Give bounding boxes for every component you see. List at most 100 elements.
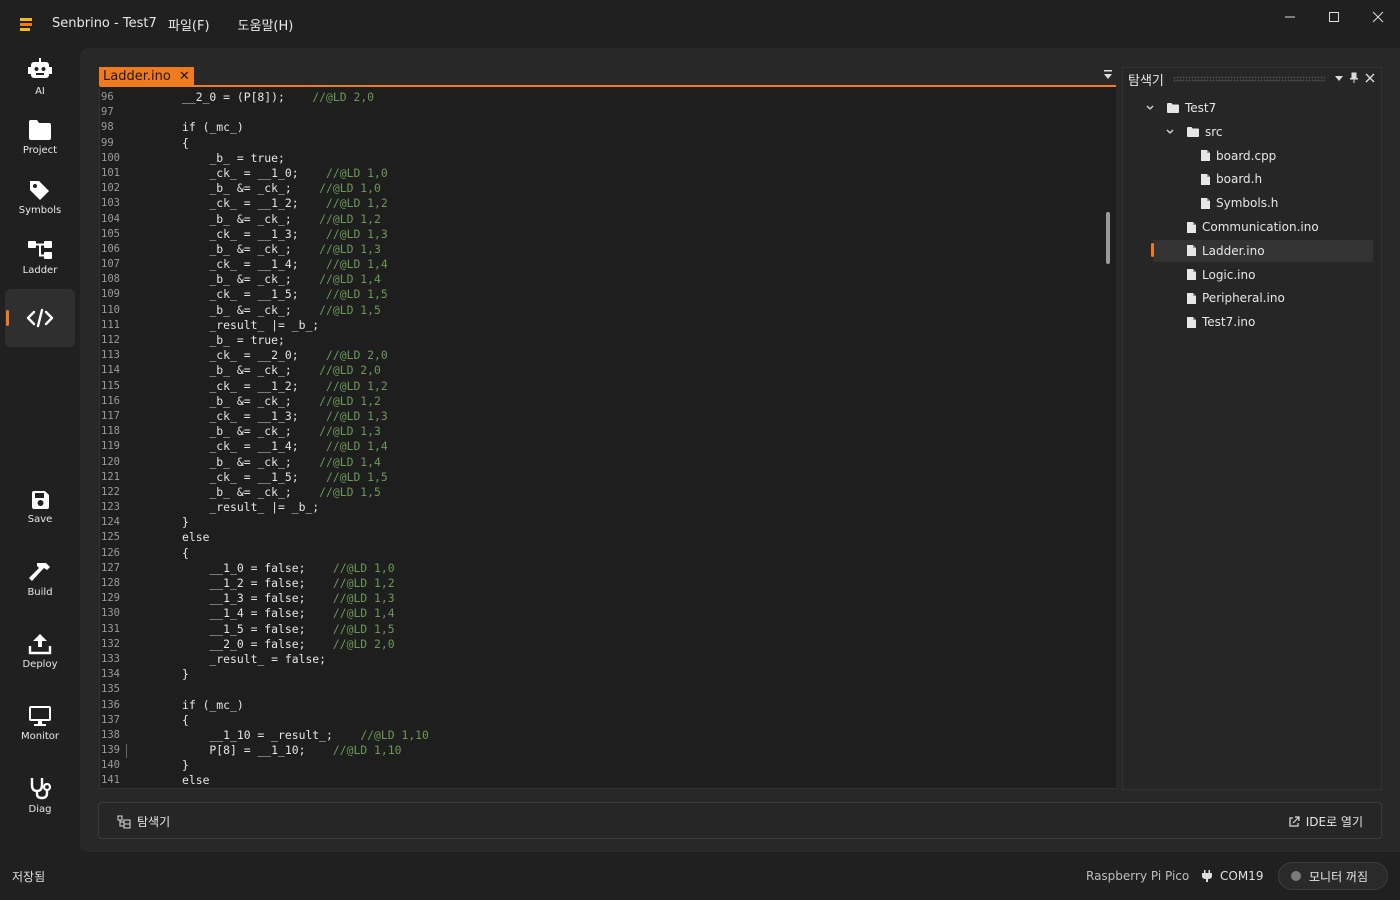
tree-item[interactable]: Test7 — [1123, 97, 1373, 119]
tree-item[interactable]: Logic.ino — [1123, 264, 1373, 286]
code-comment: //@LD 1,4 — [326, 439, 388, 454]
menu-help[interactable]: 도움말(H) — [238, 15, 294, 34]
code-comment: //@LD 1,4 — [326, 257, 388, 272]
code-text: _ck_ = __1_5; //@LD 1,5 — [126, 469, 388, 485]
code-statement: _b_ &= _ck_; — [182, 363, 320, 378]
tree-item[interactable]: Ladder.ino — [1153, 239, 1373, 262]
stethoscope-icon — [30, 777, 52, 799]
sidebar-item-project[interactable]: Project — [5, 108, 75, 166]
code-statement: _ck_ = __1_3; — [182, 226, 327, 241]
port-selector[interactable]: COM19 — [1202, 869, 1263, 883]
pin-icon[interactable] — [1348, 72, 1360, 84]
sidebar-item-monitor[interactable]: Monitor — [5, 694, 75, 752]
code-editor[interactable]: 96 __2_0 = (P[8]); //@LD 2,0 97 98 if (_mc_)… — [99, 85, 1116, 789]
code-comment: //@LD 1,2 — [326, 196, 388, 211]
sidebar-item-build[interactable]: Build — [5, 550, 75, 608]
editor-scrollbar[interactable] — [1106, 212, 1110, 264]
tree-item[interactable]: Symbols.h — [1123, 192, 1373, 214]
explorer-drag-handle[interactable] — [1173, 76, 1325, 82]
panel-menu-icon[interactable] — [1333, 72, 1345, 84]
sidebar-item-save[interactable]: Save — [5, 478, 75, 536]
menu-file[interactable]: 파일(F) — [168, 15, 210, 34]
device-name[interactable]: Raspberry Pi Pico — [1086, 869, 1189, 883]
close-window-button[interactable] — [1366, 6, 1390, 28]
code-line: 101 _ck_ = __1_0; //@LD 1,0 — [100, 166, 1116, 181]
code-text: __1_3 = false; //@LD 1,3 — [126, 591, 395, 606]
code-statement: __2_0 = (P[8]); — [182, 90, 313, 104]
line-number: 114 — [101, 364, 120, 377]
sidebar-label-monitor: Monitor — [20, 730, 59, 742]
tree-item-label: Test7.ino — [1202, 315, 1256, 330]
maximize-button[interactable] — [1322, 6, 1346, 28]
code-text: _ck_ = __1_4; //@LD 1,4 — [126, 257, 388, 272]
sidebar-item-diag[interactable]: Diag — [5, 766, 75, 824]
monitor-toggle[interactable]: 모니터 꺼짐 — [1278, 862, 1388, 890]
app-logo-icon — [18, 16, 34, 32]
code-comment: //@LD 1,5 — [332, 621, 395, 636]
tab-close-icon[interactable]: ✕ — [179, 70, 190, 83]
code-line: 128 __1_2 = false; //@LD 1,2 — [100, 576, 1116, 591]
sidebar-item-code[interactable] — [5, 289, 75, 347]
line-number: 97 — [101, 106, 114, 119]
tree-item[interactable]: Communication.ino — [1123, 216, 1373, 238]
close-panel-icon[interactable] — [1364, 72, 1376, 84]
sidebar-label-deploy: Deploy — [22, 658, 58, 670]
code-comment: //@LD 1,5 — [319, 484, 381, 499]
code-line: 123 _result_ |= _b_; — [100, 500, 1116, 515]
sidebar-item-ai[interactable]: AI — [5, 48, 75, 106]
chevron-down-icon[interactable] — [1165, 127, 1175, 137]
code-line: 137 { — [100, 713, 1116, 728]
explorer-toggle-button[interactable]: 탐색기 — [117, 813, 170, 830]
code-comment: //@LD 1,0 — [326, 165, 388, 180]
minimize-button[interactable] — [1278, 6, 1302, 28]
plug-icon — [1202, 870, 1212, 882]
code-line: 131 __1_5 = false; //@LD 1,5 — [100, 622, 1116, 637]
code-statement: _b_ = true; — [182, 333, 285, 347]
code-comment: //@LD 1,3 — [332, 591, 395, 606]
code-statement: _ck_ = __1_0; — [182, 165, 327, 180]
code-line: 96 __2_0 = (P[8]); //@LD 2,0 — [100, 90, 1116, 105]
line-number: 115 — [101, 379, 120, 392]
chevron-down-icon[interactable] — [1145, 103, 1155, 113]
code-text: _b_ &= _ck_; //@LD 1,4 — [126, 455, 380, 470]
code-statement: { — [182, 545, 189, 560]
sidebar-item-symbols[interactable]: Symbols — [5, 168, 75, 226]
code-text: _b_ &= _ck_; //@LD 1,5 — [126, 303, 380, 318]
code-comment: //@LD 1,10 — [332, 743, 402, 758]
line-number: 140 — [101, 759, 120, 772]
code-text: _result_ |= _b_; — [126, 500, 319, 515]
open-in-ide-button[interactable]: IDE로 열기 — [1288, 813, 1363, 830]
tree-item[interactable]: Test7.ino — [1123, 311, 1373, 333]
code-statement: { — [182, 135, 189, 150]
tree-item-label: Symbols.h — [1216, 196, 1279, 211]
code-line: 122 _b_ &= _ck_; //@LD 1,5 — [100, 485, 1116, 500]
line-number: 117 — [101, 409, 120, 422]
line-number: 100 — [101, 151, 120, 164]
tree-item[interactable]: src — [1123, 121, 1373, 143]
line-number: 108 — [101, 273, 120, 286]
code-text: __1_4 = false; //@LD 1,4 — [126, 606, 395, 621]
code-line: 104 _b_ &= _ck_; //@LD 1,2 — [100, 212, 1116, 227]
close-icon — [1372, 11, 1384, 23]
sidebar-item-deploy[interactable]: Deploy — [5, 622, 75, 680]
code-comment: //@LD 1,5 — [326, 469, 388, 484]
editor-tab-ladder[interactable]: Ladder.ino ✕ — [99, 67, 194, 86]
file-icon — [1201, 150, 1210, 162]
tab-overflow-button[interactable] — [1102, 69, 1114, 81]
code-text: _result_ = false; — [126, 652, 326, 667]
tree-item[interactable]: board.h — [1123, 168, 1373, 190]
minimize-icon — [1285, 16, 1295, 18]
code-comment: //@LD 1,4 — [332, 606, 395, 621]
code-statement: _b_ &= _ck_; — [182, 272, 320, 287]
tree-item[interactable]: board.cpp — [1123, 145, 1373, 167]
code-statement: _ck_ = __1_4; — [182, 439, 327, 454]
tree-item[interactable]: Peripheral.ino — [1123, 287, 1373, 309]
line-number: 137 — [101, 713, 120, 726]
active-indicator — [6, 310, 9, 326]
code-comment: //@LD 1,10 — [360, 727, 429, 742]
code-line: 97 — [100, 105, 1116, 120]
code-statement: _result_ |= _b_; — [182, 500, 320, 515]
sidebar-item-ladder[interactable]: Ladder — [5, 228, 75, 286]
line-number: 96 — [101, 91, 114, 103]
